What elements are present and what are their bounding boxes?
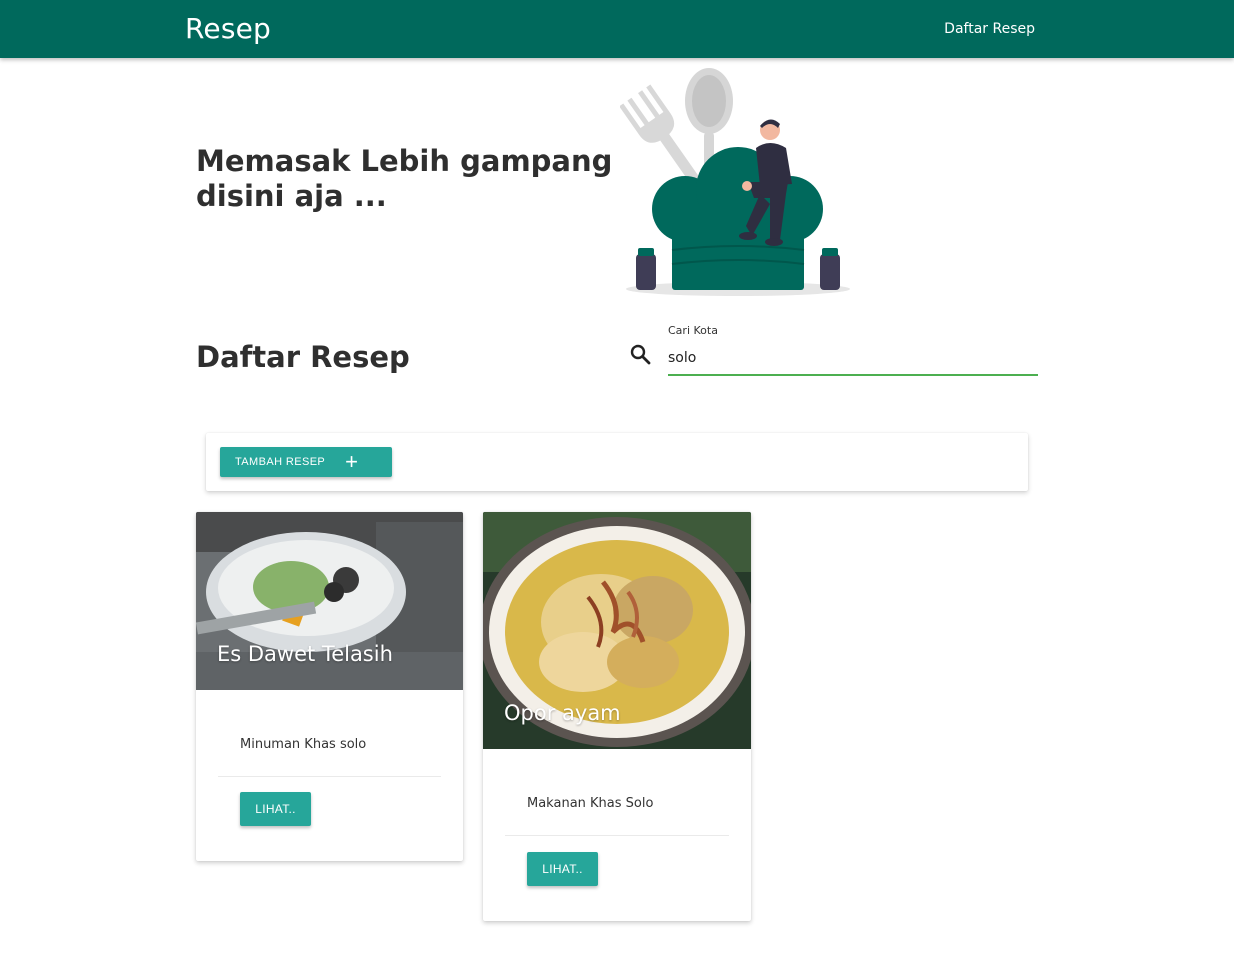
card-divider bbox=[218, 776, 441, 777]
add-recipe-button[interactable]: TAMBAH RESEP + bbox=[220, 447, 392, 477]
hero-title: Memasak Lebih gampang disini aja ... bbox=[196, 144, 613, 213]
search-icon[interactable] bbox=[628, 342, 652, 366]
view-recipe-button[interactable]: LIHAT.. bbox=[527, 852, 598, 886]
section-title: Daftar Resep bbox=[196, 340, 410, 374]
plus-icon: + bbox=[345, 449, 359, 474]
recipe-image-es-dawet: Es Dawet Telasih bbox=[196, 512, 463, 690]
navbar: Resep Daftar Resep bbox=[0, 0, 1234, 58]
chef-hat-illustration bbox=[619, 64, 860, 304]
card-divider bbox=[505, 835, 729, 836]
recipe-description: Minuman Khas solo bbox=[240, 737, 367, 752]
search-field: Cari Kota bbox=[626, 322, 1040, 378]
add-recipe-label: TAMBAH RESEP bbox=[235, 456, 326, 468]
recipe-image-opor-ayam: Opor ayam bbox=[483, 512, 751, 749]
recipe-title: Opor ayam bbox=[504, 701, 621, 725]
nav-link-daftar-resep[interactable]: Daftar Resep bbox=[944, 21, 1035, 37]
toolbar-card: TAMBAH RESEP + bbox=[206, 433, 1028, 491]
recipe-card: Opor ayam Makanan Khas Solo LIHAT.. bbox=[483, 512, 751, 921]
search-label: Cari Kota bbox=[668, 324, 718, 337]
recipe-title: Es Dawet Telasih bbox=[217, 642, 393, 666]
view-recipe-button[interactable]: LIHAT.. bbox=[240, 792, 311, 826]
brand-logo[interactable]: Resep bbox=[185, 12, 271, 45]
search-input[interactable] bbox=[668, 346, 1038, 376]
recipe-description: Makanan Khas Solo bbox=[527, 796, 654, 811]
recipe-card: Es Dawet Telasih Minuman Khas solo LIHAT… bbox=[196, 512, 463, 861]
